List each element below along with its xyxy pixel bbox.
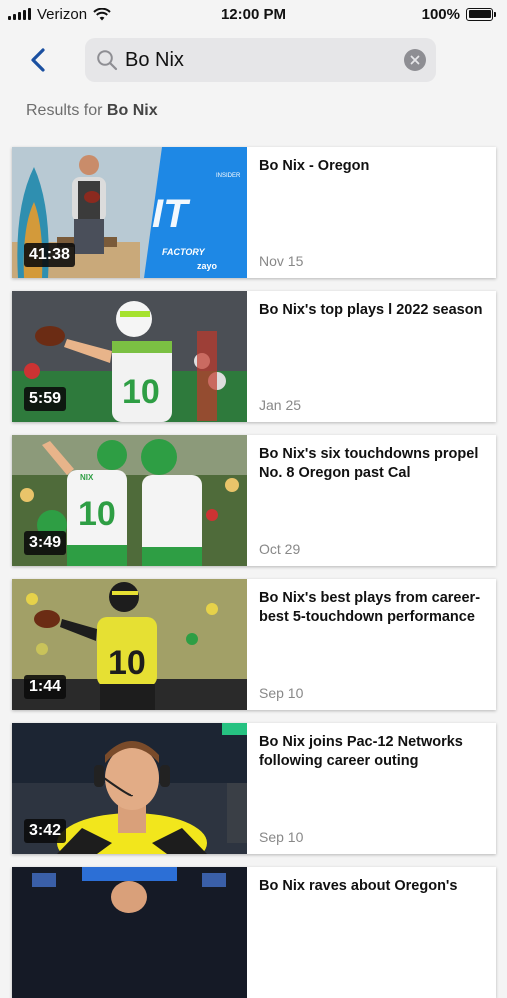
status-bar: Verizon 12:00 PM 100% [0, 0, 507, 28]
video-date: Jan 25 [259, 397, 302, 413]
video-date: Sep 10 [259, 829, 304, 845]
wifi-icon [93, 7, 111, 20]
results-query: Bo Nix [106, 102, 158, 119]
video-duration: 3:49 [24, 531, 67, 555]
video-info: Bo Nix's best plays from career-best 5-t… [247, 579, 496, 710]
video-card[interactable]: NIX 10 3:49 Bo Nix's six touchdowns prop… [12, 435, 496, 566]
jersey-number: 10 [78, 495, 116, 533]
back-button[interactable] [22, 44, 54, 76]
jersey-name: NIX [80, 473, 94, 482]
video-duration: 41:38 [24, 243, 75, 267]
video-card[interactable]: 3:42 Bo Nix joins Pac-12 Networks follow… [12, 723, 496, 854]
chevron-left-icon [31, 48, 45, 72]
video-duration: 5:59 [24, 387, 67, 411]
search-input[interactable] [125, 48, 404, 72]
video-duration: 3:42 [24, 819, 67, 843]
video-thumbnail: NIX 10 3:49 [12, 435, 247, 566]
signal-icon [8, 8, 31, 20]
video-thumbnail: 10 5:59 [12, 291, 247, 422]
video-title: Bo Nix joins Pac-12 Networks following c… [259, 734, 463, 769]
video-info: Bo Nix raves about Oregon's [247, 867, 496, 998]
clear-x-icon [410, 55, 420, 65]
video-info: Bo Nix's six touchdowns propel No. 8 Ore… [247, 435, 496, 566]
jersey-number: 10 [122, 373, 160, 411]
video-card[interactable]: INSIDER IT FACTORY zayo 41:38 Bo Nix - O… [12, 147, 496, 278]
video-card[interactable]: 10 5:59 Bo Nix's top plays l 2022 season… [12, 291, 496, 422]
clear-search-button[interactable] [404, 49, 426, 71]
video-title: Bo Nix's top plays l 2022 season [259, 302, 483, 318]
video-thumbnail: INSIDER IT FACTORY zayo 41:38 [12, 147, 247, 278]
carrier-name: Verizon [37, 5, 88, 23]
search-box[interactable] [85, 38, 436, 82]
search-icon [97, 50, 118, 71]
thumb-tag-text: INSIDER [216, 173, 241, 179]
video-date: Sep 10 [259, 685, 304, 701]
video-card[interactable]: 10 1:44 Bo Nix's best plays from career-… [12, 579, 496, 710]
video-title: Bo Nix's six touchdowns propel No. 8 Ore… [259, 446, 479, 481]
video-title: Bo Nix's best plays from career-best 5-t… [259, 590, 481, 625]
svg-text:IT: IT [152, 192, 191, 236]
video-thumbnail: 3:42 [12, 723, 247, 854]
video-duration: 1:44 [24, 675, 67, 699]
video-thumbnail: 10 1:44 [12, 579, 247, 710]
video-thumbnail [12, 867, 247, 998]
video-title: Bo Nix - Oregon [259, 158, 370, 174]
battery-icon [466, 7, 496, 21]
jersey-number: 10 [108, 644, 146, 682]
video-date: Oct 29 [259, 541, 301, 557]
status-left: Verizon [8, 6, 111, 23]
video-info: Bo Nix joins Pac-12 Networks following c… [247, 723, 496, 854]
status-right: 100% [421, 5, 496, 23]
results-prefix: Results for [26, 102, 107, 119]
battery-level [468, 10, 491, 18]
video-title: Bo Nix raves about Oregon's [259, 878, 458, 894]
battery-percent: 100% [421, 5, 460, 23]
video-info: Bo Nix - Oregon Nov 15 [247, 147, 496, 278]
svg-text:FACTORY: FACTORY [162, 247, 206, 257]
video-info: Bo Nix's top plays l 2022 season Jan 25 [247, 291, 496, 422]
thumb-sponsor-text: zayo [197, 261, 218, 271]
search-row [0, 38, 507, 82]
thumbnail-image [12, 867, 247, 998]
video-date: Nov 15 [259, 253, 304, 269]
video-card[interactable]: Bo Nix raves about Oregon's [12, 867, 496, 998]
results-label: Results for Bo Nix [26, 102, 158, 120]
